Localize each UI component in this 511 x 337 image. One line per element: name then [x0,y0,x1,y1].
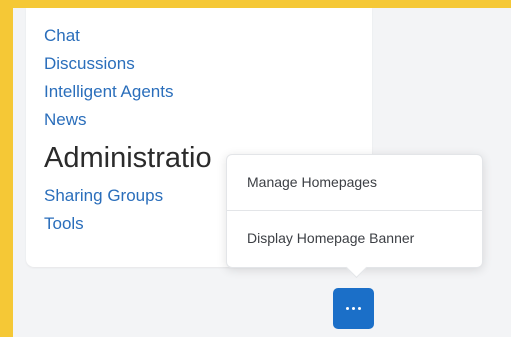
news-link[interactable]: News [44,106,173,134]
administration-links: Sharing Groups Tools [44,182,163,238]
more-actions-button[interactable] [333,288,374,329]
menu-item-manage-homepages[interactable]: Manage Homepages [227,155,482,210]
chat-link[interactable]: Chat [44,22,173,50]
more-actions-menu: Manage Homepages Display Homepage Banner [226,154,483,279]
discussions-link[interactable]: Discussions [44,50,173,78]
intelligent-agents-link[interactable]: Intelligent Agents [44,78,173,106]
sharing-groups-link[interactable]: Sharing Groups [44,182,163,210]
more-horizontal-icon [346,307,361,310]
tools-link[interactable]: Tools [44,210,163,238]
administration-heading: Administratio [44,142,212,174]
communication-links: Chat Discussions Intelligent Agents News [44,22,173,134]
